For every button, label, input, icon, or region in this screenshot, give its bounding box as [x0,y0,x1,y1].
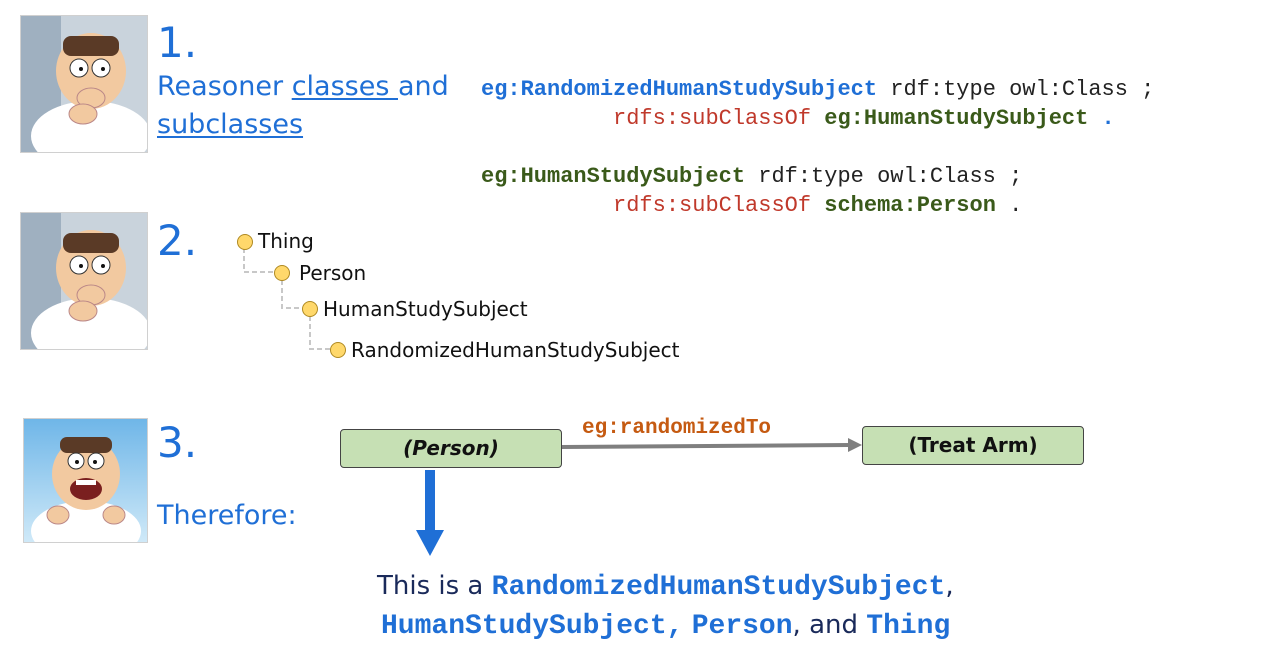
peter-thinking-icon [20,212,148,350]
step-1-number: 1. [157,18,198,67]
therefore-label: Therefore: [157,500,297,531]
tree-node-human-study-subject[interactable]: HumanStudySubject [323,297,528,321]
tree-node-icon [330,342,346,358]
node-treat-arm[interactable]: (Treat Arm) [862,426,1084,465]
conclusion-prefix: This is a [377,571,492,601]
down-arrow-icon [416,470,444,556]
conclusion-line-2: HumanStudySubject, Person, and Thing [381,605,950,647]
conclusion-class-randomized: RandomizedHumanStudySubject [491,572,946,603]
step-1-text-part2: and [398,71,449,102]
step-2-number: 2. [157,216,198,265]
tree-node-person[interactable]: Person [299,261,366,285]
step-3-number: 3. [157,418,198,467]
node-person[interactable]: (Person) [340,429,562,468]
turtle-code-block: eg:RandomizedHumanStudySubject rdf:type … [481,46,1154,220]
node-person-label: (Person) [403,436,499,460]
code-line-1: eg:RandomizedHumanStudySubject rdf:type … [481,77,1155,102]
conclusion-sep-2: , and [792,610,867,640]
tree-node-icon [302,301,318,317]
conclusion-class-thing: Thing [866,611,951,642]
conclusion-sep-1: , [945,571,954,601]
code-line-2: rdfs:subClassOf eg:HumanStudySubject . [613,106,1115,131]
node-treat-arm-label: (Treat Arm) [908,433,1038,457]
tree-node-thing[interactable]: Thing [258,229,314,253]
conclusion-class-human-study-subject: HumanStudySubject, [381,611,684,642]
code-line-4: rdfs:subClassOf schema:Person . [613,193,1023,218]
tree-node-randomized-human-study-subject[interactable]: RandomizedHumanStudySubject [351,338,680,362]
peter-thinking-icon [20,15,148,153]
code-line-3: eg:HumanStudySubject rdf:type owl:Class … [481,164,1023,189]
step-1-description: Reasoner classes and subclasses [157,68,457,144]
step-1-text-part1: Reasoner [157,71,292,102]
tree-node-icon [237,234,253,250]
tree-node-icon [274,265,290,281]
classes-link[interactable]: classes [292,71,398,102]
conclusion-class-person: Person [691,611,793,642]
subclasses-link[interactable]: subclasses [157,109,303,140]
peter-laughing-icon [23,418,148,543]
conclusion-line-1: This is a RandomizedHumanStudySubject, [377,566,954,608]
edge-label-randomized-to: eg:randomizedTo [582,417,772,440]
